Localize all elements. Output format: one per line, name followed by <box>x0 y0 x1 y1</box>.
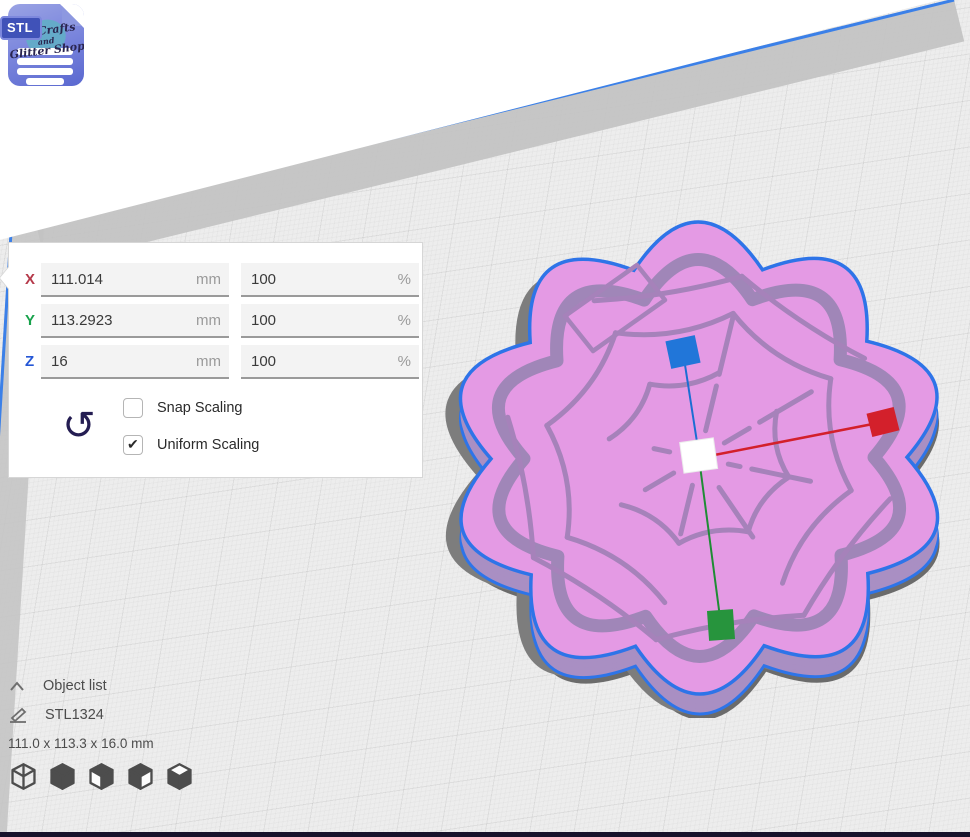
doc-line <box>26 78 64 85</box>
scale-row-z: Z 16 mm 100 % <box>9 345 422 379</box>
uniform-scaling-label[interactable]: Uniform Scaling <box>157 437 259 453</box>
axis-x-label: X <box>25 271 41 288</box>
scale-x-percent-value: 100 <box>251 271 276 288</box>
scale-x-mm-input[interactable]: 111.014 mm <box>41 263 229 297</box>
scale-z-mm-input[interactable]: 16 mm <box>41 345 229 379</box>
object-item-name: STL1324 <box>45 707 104 723</box>
scale-handle-y[interactable] <box>707 609 735 641</box>
camera-view-toolbar <box>8 761 195 792</box>
scale-z-percent-value: 100 <box>251 353 276 370</box>
uniform-scaling-option[interactable]: Uniform Scaling <box>123 434 259 456</box>
model-spiderweb-mold[interactable] <box>415 218 965 718</box>
object-list-header[interactable]: Object list <box>8 678 195 694</box>
bottom-window-bar <box>0 832 970 837</box>
percent-unit-label: % <box>398 312 411 329</box>
mm-unit-label: mm <box>196 271 221 288</box>
scale-row-y: Y 113.2923 mm 100 % <box>9 304 422 338</box>
view-top-icon[interactable] <box>86 761 117 792</box>
object-list-panel: Object list STL1324 111.0 x 113.3 x 16.0… <box>8 678 195 792</box>
view-left-icon[interactable] <box>125 761 156 792</box>
scale-z-mm-value: 16 <box>51 353 68 370</box>
axis-y-label: Y <box>25 312 41 329</box>
view-front-icon[interactable] <box>47 761 78 792</box>
mm-unit-label: mm <box>196 353 221 370</box>
scale-y-percent-input[interactable]: 100 % <box>241 304 419 338</box>
uniform-scaling-checkbox[interactable] <box>123 435 143 455</box>
reset-scale-icon[interactable]: ↺ <box>57 403 101 453</box>
object-list-title: Object list <box>43 678 107 694</box>
doc-line <box>17 68 73 75</box>
object-list-item[interactable]: STL1324 <box>8 706 195 724</box>
scale-z-percent-input[interactable]: 100 % <box>241 345 419 379</box>
view-3d-icon[interactable] <box>8 761 39 792</box>
snap-scaling-option[interactable]: Snap Scaling <box>123 397 242 419</box>
snap-scaling-checkbox[interactable] <box>123 398 143 418</box>
snap-scaling-label[interactable]: Snap Scaling <box>157 400 242 416</box>
stl-shop-logo: the Crafts and Glitter Shop STL <box>2 0 88 92</box>
percent-unit-label: % <box>398 271 411 288</box>
percent-unit-label: % <box>398 353 411 370</box>
view-right-icon[interactable] <box>164 761 195 792</box>
scale-row-x: X 111.014 mm 100 % <box>9 263 422 297</box>
pencil-edit-icon <box>8 706 30 724</box>
stl-badge: STL <box>0 16 42 40</box>
scale-y-mm-input[interactable]: 113.2923 mm <box>41 304 229 338</box>
chevron-up-icon[interactable] <box>8 679 26 693</box>
panel-pointer-notch <box>0 267 9 289</box>
mm-unit-label: mm <box>196 312 221 329</box>
scale-handle-center[interactable] <box>680 438 718 473</box>
scale-x-mm-value: 111.014 <box>51 271 103 288</box>
scale-y-mm-value: 113.2923 <box>51 312 112 329</box>
scale-tool-panel: X 111.014 mm 100 % Y 113.2923 mm 100 % Z… <box>8 242 423 478</box>
scale-y-percent-value: 100 <box>251 312 276 329</box>
axis-z-label: Z <box>25 353 41 370</box>
scale-x-percent-input[interactable]: 100 % <box>241 263 419 297</box>
object-dimensions: 111.0 x 113.3 x 16.0 mm <box>8 736 195 751</box>
